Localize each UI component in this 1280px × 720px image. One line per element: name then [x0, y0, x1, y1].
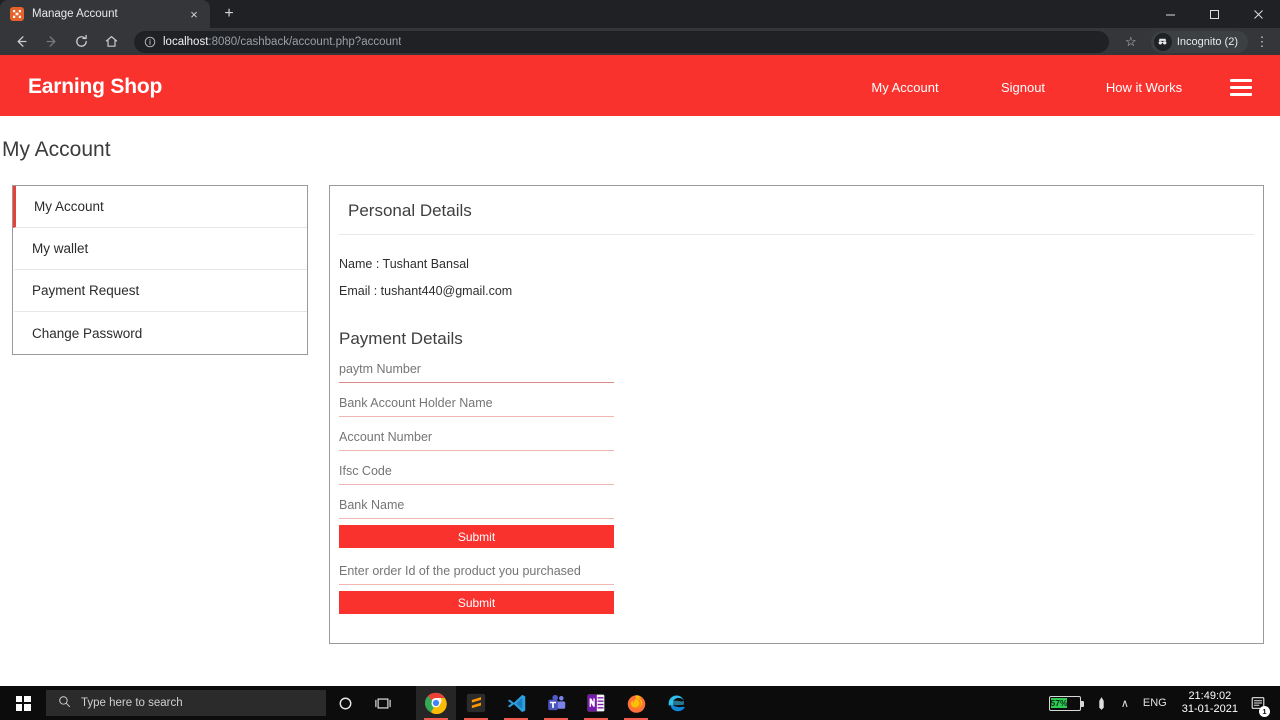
payment-submit-button[interactable]: Submit — [339, 525, 614, 548]
paytm-number-placeholder: paytm Number — [339, 361, 421, 376]
taskbar-app-chrome[interactable] — [416, 686, 456, 720]
nav-link-my-account[interactable]: My Account — [846, 80, 964, 95]
profile-chip[interactable]: Incognito (2) — [1150, 30, 1248, 53]
tab-strip: Manage Account × + — [0, 0, 1280, 28]
account-holder-name-placeholder: Bank Account Holder Name — [339, 395, 493, 410]
sidebar-item-my-wallet[interactable]: My wallet — [13, 228, 307, 270]
paytm-number-field[interactable]: paytm Number — [339, 355, 614, 383]
ifsc-code-placeholder: Ifsc Code — [339, 463, 392, 478]
cortana-icon[interactable] — [326, 686, 364, 720]
personal-details-heading: Personal Details — [339, 186, 1254, 235]
browser-window: Manage Account × + localhost:8080/cashba… — [0, 0, 1280, 686]
back-icon[interactable] — [8, 29, 34, 55]
browser-tab[interactable]: Manage Account × — [0, 0, 210, 28]
main-nav: My Account Signout How it Works — [846, 78, 1260, 96]
taskbar-app-icons — [416, 686, 696, 720]
task-view-icon[interactable] — [364, 686, 402, 720]
bookmark-star-icon[interactable]: ☆ — [1119, 34, 1143, 50]
notification-center-button[interactable]: 1 — [1246, 686, 1274, 720]
nav-link-how-it-works[interactable]: How it Works — [1082, 80, 1206, 95]
reload-icon[interactable] — [68, 29, 94, 55]
sidebar-item-payment-request[interactable]: Payment Request — [13, 270, 307, 312]
payment-details-heading: Payment Details — [339, 329, 463, 348]
user-name-line: Name : Tushant Bansal — [339, 257, 469, 271]
page-title: My Account — [2, 138, 111, 161]
clock-date: 31-01-2021 — [1181, 703, 1238, 715]
tab-favicon-icon — [10, 7, 24, 21]
home-icon[interactable] — [98, 29, 124, 55]
start-button[interactable] — [0, 686, 46, 720]
taskbar-search-box[interactable]: Type here to search — [46, 690, 326, 716]
site-header: Earning Shop My Account Signout How it W… — [0, 58, 1280, 116]
minimize-button[interactable] — [1148, 0, 1192, 28]
account-number-field[interactable]: Account Number — [339, 423, 614, 451]
payment-form: paytm Number Bank Account Holder Name Ac… — [330, 355, 1263, 614]
sidebar-item-change-password[interactable]: Change Password — [13, 312, 307, 354]
taskbar-app-sublime-text[interactable] — [456, 686, 496, 720]
language-indicator[interactable]: ENG — [1136, 686, 1174, 720]
page-viewport: Earning Shop My Account Signout How it W… — [0, 58, 1280, 683]
search-icon — [58, 695, 71, 711]
account-number-placeholder: Account Number — [339, 429, 433, 444]
url-host: localhost — [163, 35, 209, 48]
nav-link-signout[interactable]: Signout — [964, 80, 1082, 95]
taskbar-app-vscode[interactable] — [496, 686, 536, 720]
incognito-icon — [1153, 32, 1172, 51]
sidebar-item-my-account[interactable]: My Account — [13, 186, 307, 228]
taskbar-app-teams[interactable] — [536, 686, 576, 720]
windows-logo-icon — [15, 695, 31, 711]
url-path: :8080/cashback/account.php?account — [208, 35, 402, 48]
bank-name-field[interactable]: Bank Name — [339, 491, 614, 519]
ifsc-code-field[interactable]: Ifsc Code — [339, 457, 614, 485]
browser-menu-icon[interactable]: ⋮ — [1252, 34, 1272, 50]
site-logo[interactable]: Earning Shop — [28, 75, 162, 99]
taskbar-app-firefox[interactable] — [616, 686, 656, 720]
page-content: My Account My wallet Payment Request Cha… — [0, 162, 1280, 644]
system-tray: 57% ∧ ENG 21:49:02 31-01-2021 1 — [1048, 686, 1280, 720]
personal-details-body: Name : Tushant Bansal Email : tushant440… — [330, 235, 1263, 298]
new-tab-button[interactable]: + — [216, 1, 242, 27]
forward-icon[interactable] — [38, 29, 64, 55]
profile-label: Incognito (2) — [1176, 35, 1238, 48]
hamburger-menu-icon[interactable] — [1222, 78, 1260, 96]
address-bar-text: localhost:8080/cashback/account.php?acco… — [163, 36, 401, 48]
browser-toolbar: localhost:8080/cashback/account.php?acco… — [0, 28, 1280, 58]
taskbar-app-edge[interactable] — [656, 686, 696, 720]
notification-count-badge: 1 — [1259, 706, 1270, 717]
tab-close-icon[interactable]: × — [186, 6, 202, 22]
site-info-icon[interactable] — [144, 36, 156, 48]
battery-percent-label: 57% — [1050, 698, 1068, 708]
battery-icon: 57% — [1048, 695, 1084, 711]
taskbar-app-onenote[interactable] — [576, 686, 616, 720]
pen-icon[interactable] — [1089, 686, 1114, 720]
account-holder-name-field[interactable]: Bank Account Holder Name — [339, 389, 614, 417]
order-id-placeholder: Enter order Id of the product you purcha… — [339, 563, 581, 578]
user-email-line: Email : tushant440@gmail.com — [339, 284, 513, 298]
close-window-button[interactable] — [1236, 0, 1280, 28]
taskbar-search-placeholder: Type here to search — [81, 697, 183, 709]
details-panel: Personal Details Name : Tushant Bansal E… — [329, 185, 1264, 644]
order-submit-button[interactable]: Submit — [339, 591, 614, 614]
order-id-field[interactable]: Enter order Id of the product you purcha… — [339, 557, 614, 585]
windows-taskbar: Type here to search 57% ∧ ENG 21:49:02 3… — [0, 686, 1280, 720]
bank-name-placeholder: Bank Name — [339, 497, 405, 512]
account-sidebar: My Account My wallet Payment Request Cha… — [12, 185, 308, 355]
taskbar-clock[interactable]: 21:49:02 31-01-2021 — [1174, 690, 1246, 716]
show-hidden-icons-chevron-icon[interactable]: ∧ — [1114, 686, 1136, 720]
clock-time: 21:49:02 — [1188, 690, 1232, 702]
address-bar[interactable]: localhost:8080/cashback/account.php?acco… — [134, 30, 1109, 53]
battery-status[interactable]: 57% — [1048, 695, 1084, 711]
maximize-button[interactable] — [1192, 0, 1236, 28]
window-controls — [1148, 0, 1280, 28]
tab-title: Manage Account — [32, 8, 118, 20]
